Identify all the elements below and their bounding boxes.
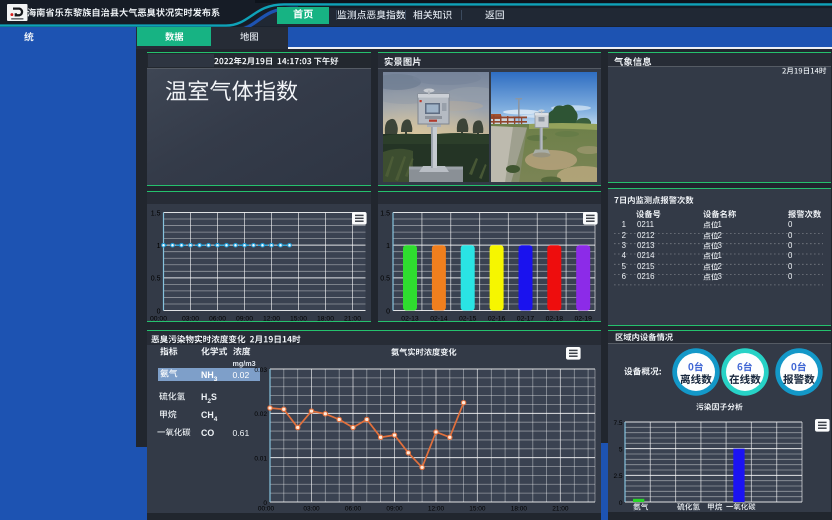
svg-text:02-16: 02-16: [488, 315, 506, 322]
svg-text:00:00: 00:00: [258, 506, 275, 513]
svg-text:7.5: 7.5: [613, 420, 622, 427]
svg-text:0.03: 0.03: [254, 367, 267, 374]
svg-text:0.5: 0.5: [150, 275, 160, 282]
svg-text:00:00: 00:00: [149, 315, 166, 322]
svg-text:12:00: 12:00: [428, 506, 445, 513]
svg-text:1.5: 1.5: [380, 210, 390, 217]
svg-text:03:00: 03:00: [181, 315, 198, 322]
svg-text:15:00: 15:00: [469, 506, 486, 513]
svg-text:03:00: 03:00: [303, 506, 320, 513]
svg-text:21:00: 21:00: [343, 315, 360, 322]
svg-text:0: 0: [619, 500, 623, 507]
svg-text:06:00: 06:00: [345, 506, 362, 513]
svg-text:09:00: 09:00: [235, 315, 252, 322]
svg-text:18:00: 18:00: [316, 315, 333, 322]
svg-text:0.01: 0.01: [254, 456, 267, 463]
svg-text:1.5: 1.5: [150, 210, 160, 217]
svg-text:0.5: 0.5: [380, 275, 390, 282]
svg-text:02-19: 02-19: [575, 315, 593, 322]
svg-text:5: 5: [619, 447, 623, 454]
svg-text:02-13: 02-13: [401, 315, 419, 322]
svg-text:02-18: 02-18: [546, 315, 564, 322]
svg-text:2.5: 2.5: [613, 473, 622, 480]
svg-text:02-17: 02-17: [517, 315, 535, 322]
svg-text:0: 0: [386, 308, 390, 315]
svg-text:09:00: 09:00: [386, 506, 403, 513]
svg-text:18:00: 18:00: [511, 506, 528, 513]
svg-text:1: 1: [386, 243, 390, 250]
svg-text:12:00: 12:00: [262, 315, 279, 322]
svg-text:21:00: 21:00: [552, 506, 569, 513]
svg-text:1: 1: [156, 243, 160, 250]
svg-text:06:00: 06:00: [208, 315, 225, 322]
svg-text:15:00: 15:00: [289, 315, 306, 322]
svg-text:02-15: 02-15: [459, 315, 477, 322]
svg-text:0.02: 0.02: [254, 411, 267, 418]
svg-text:02-14: 02-14: [430, 315, 448, 322]
svg-text:0: 0: [156, 308, 160, 315]
